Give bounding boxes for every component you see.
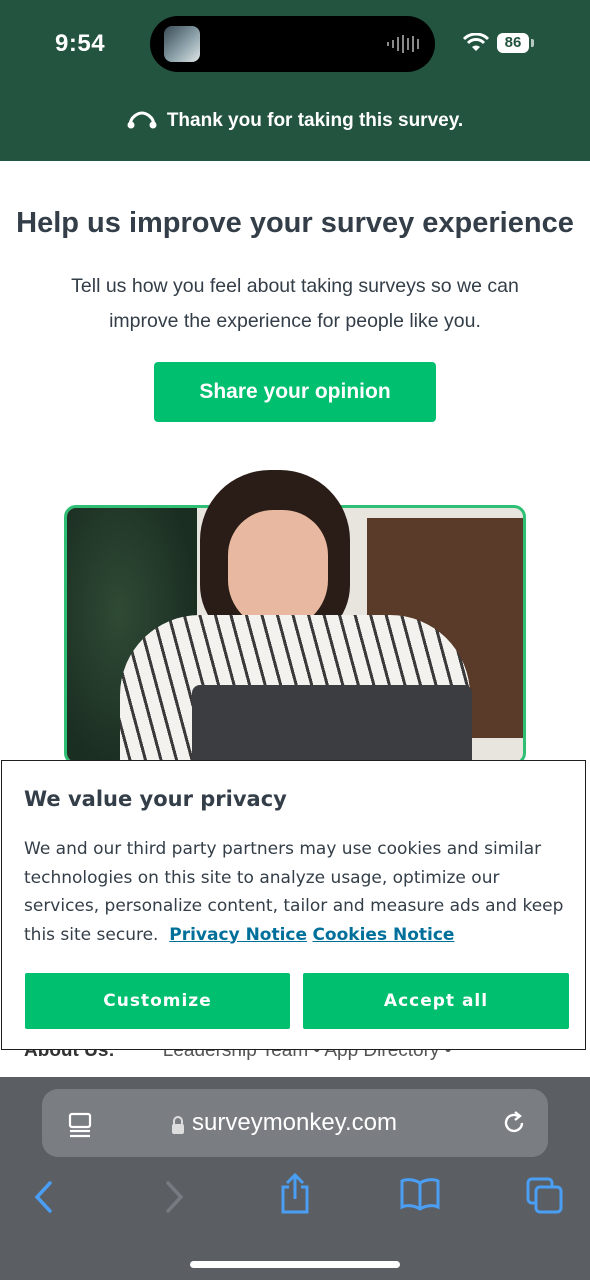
status-time: 9:54 <box>55 30 106 57</box>
cookies-notice-link[interactable]: Cookies Notice <box>312 925 454 945</box>
status-bar: 9:54 86 <box>0 0 590 90</box>
wifi-icon <box>463 33 489 51</box>
customize-button[interactable]: Customize <box>25 973 290 1029</box>
lock-icon <box>172 1116 184 1134</box>
bookmarks-icon[interactable] <box>400 1177 440 1211</box>
cookie-title: We value your privacy <box>24 787 287 811</box>
audio-wave-icon <box>387 35 419 53</box>
safari-toolbar: surveymonkey.com <box>0 1077 590 1280</box>
woman-face <box>228 510 328 630</box>
cookie-consent-dialog: We value your privacy We and our third p… <box>1 760 586 1050</box>
share-icon[interactable] <box>278 1173 312 1215</box>
page-menu-icon[interactable] <box>66 1111 94 1139</box>
address-bar[interactable]: surveymonkey.com <box>42 1089 548 1157</box>
home-indicator[interactable] <box>190 1261 400 1268</box>
now-playing-thumbnail <box>164 26 200 62</box>
surveymonkey-logo-icon <box>127 111 157 129</box>
thank-you-banner: Thank you for taking this survey. <box>0 110 590 132</box>
site-header: 9:54 86 Thank you for taking this survey… <box>0 0 590 161</box>
battery-indicator: 86 <box>497 33 529 53</box>
url-text: surveymonkey.com <box>192 1109 397 1136</box>
reload-icon[interactable] <box>500 1109 528 1137</box>
page-description: Tell us how you feel about taking survey… <box>71 275 519 332</box>
page-title: Help us improve your survey experience <box>16 207 574 239</box>
accept-all-button[interactable]: Accept all <box>303 973 569 1029</box>
share-opinion-button[interactable]: Share your opinion <box>154 362 436 422</box>
cookie-body: We and our third party partners may use … <box>24 835 569 949</box>
battery-tip <box>531 39 534 47</box>
dynamic-island <box>150 16 435 72</box>
back-icon[interactable] <box>30 1179 58 1215</box>
banner-text: Thank you for taking this survey. <box>166 110 464 131</box>
privacy-notice-link[interactable]: Privacy Notice <box>169 925 307 945</box>
tabs-icon[interactable] <box>526 1177 564 1215</box>
forward-icon[interactable] <box>160 1179 188 1215</box>
